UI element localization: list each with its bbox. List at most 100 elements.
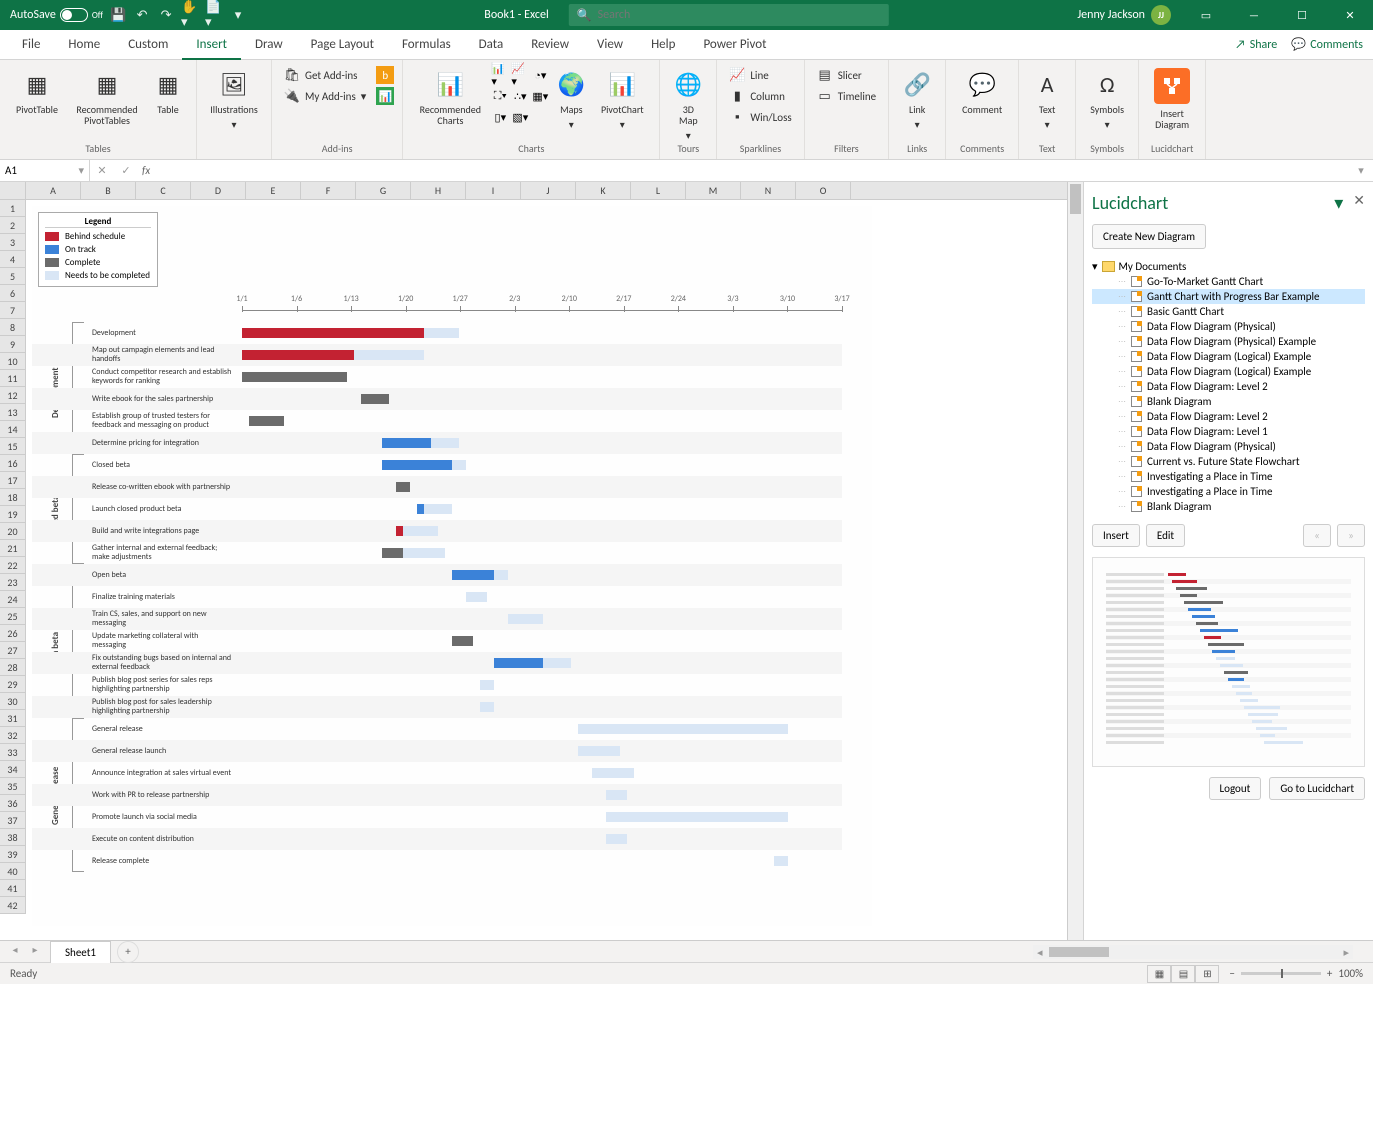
column-header[interactable]: C: [136, 182, 191, 199]
tree-item[interactable]: ⋯Data Flow Diagram: Level 1: [1092, 424, 1365, 439]
row-header[interactable]: 24: [0, 591, 26, 608]
tree-item[interactable]: ⋯Blank Diagram: [1092, 499, 1365, 514]
new-file-icon[interactable]: 📄▾: [205, 6, 223, 24]
tree-root[interactable]: ▾ My Documents: [1092, 259, 1365, 274]
combo-chart-icon[interactable]: ▧▾: [511, 108, 529, 126]
people-graph-icon[interactable]: 📊: [376, 87, 394, 105]
row-header[interactable]: 21: [0, 540, 26, 557]
pane-options-icon[interactable]: ▾: [1334, 192, 1343, 214]
tab-custom[interactable]: Custom: [114, 30, 182, 60]
column-header[interactable]: F: [301, 182, 356, 199]
row-header[interactable]: 12: [0, 387, 26, 404]
comments-button[interactable]: 💬 Comments: [1291, 37, 1363, 52]
maps-button[interactable]: 🌍Maps▾: [551, 64, 591, 130]
tree-item[interactable]: ⋯Basic Gantt Chart: [1092, 304, 1365, 319]
last-sheet-icon[interactable]: ▸: [26, 943, 44, 961]
rec-charts-button[interactable]: 📊Recommended Charts: [411, 64, 489, 126]
row-header[interactable]: 1: [0, 200, 26, 217]
sparkline-column-button[interactable]: ▮Column: [725, 87, 795, 105]
next-page-button[interactable]: »: [1337, 524, 1365, 547]
comment-button[interactable]: 💬Comment: [954, 64, 1010, 115]
normal-view-icon[interactable]: ▦: [1147, 965, 1171, 983]
pivotchart-button[interactable]: 📊PivotChart▾: [593, 64, 651, 130]
row-header[interactable]: 42: [0, 897, 26, 914]
bing-maps-icon[interactable]: b: [376, 66, 394, 84]
tab-review[interactable]: Review: [517, 30, 583, 60]
zoom-control[interactable]: − + 100%: [1229, 967, 1363, 980]
row-header[interactable]: 11: [0, 370, 26, 387]
tree-item[interactable]: ⋯Gantt Chart with Progress Bar Example: [1092, 289, 1365, 304]
tab-help[interactable]: Help: [637, 30, 689, 60]
column-header[interactable]: G: [356, 182, 411, 199]
qat-customize-icon[interactable]: ▾: [229, 6, 247, 24]
row-header[interactable]: 36: [0, 795, 26, 812]
row-header[interactable]: 25: [0, 608, 26, 625]
page-layout-view-icon[interactable]: ▤: [1171, 965, 1195, 983]
page-break-view-icon[interactable]: ⊞: [1195, 965, 1219, 983]
link-button[interactable]: 🔗Link▾: [897, 64, 937, 130]
tab-view[interactable]: View: [583, 30, 637, 60]
row-header[interactable]: 37: [0, 812, 26, 829]
tree-item[interactable]: ⋯Blank Diagram: [1092, 394, 1365, 409]
scatter-chart-icon[interactable]: ∴▾: [511, 87, 529, 105]
tree-item[interactable]: ⋯Investigating a Place in Time: [1092, 469, 1365, 484]
row-header[interactable]: 39: [0, 846, 26, 863]
column-header[interactable]: M: [686, 182, 741, 199]
illustrations-button[interactable]: 🖼Illustrations▾: [205, 64, 263, 130]
column-header[interactable]: D: [191, 182, 246, 199]
undo-icon[interactable]: ↶: [133, 6, 151, 24]
row-header[interactable]: 4: [0, 251, 26, 268]
minimize-icon[interactable]: —: [1231, 0, 1277, 30]
autosave-toggle[interactable]: AutoSave Off: [10, 8, 103, 22]
logout-button[interactable]: Logout: [1209, 777, 1262, 800]
name-box[interactable]: A1▾: [0, 160, 90, 182]
maximize-icon[interactable]: ☐: [1279, 0, 1325, 30]
zoom-out-icon[interactable]: −: [1229, 967, 1234, 980]
row-header[interactable]: 22: [0, 557, 26, 574]
goto-lucidchart-button[interactable]: Go to Lucidchart: [1269, 777, 1365, 800]
3d-map-button[interactable]: 🌐3D Map▾: [668, 64, 708, 141]
pie-chart-icon[interactable]: ◔▾: [531, 66, 549, 84]
statistic-chart-icon[interactable]: ▯▾: [491, 108, 509, 126]
tree-item[interactable]: ⋯Data Flow Diagram (Physical) Example: [1092, 334, 1365, 349]
tab-insert[interactable]: Insert: [182, 30, 241, 60]
row-header[interactable]: 34: [0, 761, 26, 778]
tree-item[interactable]: ⋯Data Flow Diagram: Level 2: [1092, 379, 1365, 394]
rec-pivottables-button[interactable]: ▦Recommended PivotTables: [68, 64, 146, 126]
tree-item[interactable]: ⋯Data Flow Diagram: Level 2: [1092, 409, 1365, 424]
row-header[interactable]: 5: [0, 268, 26, 285]
select-all-corner[interactable]: [0, 182, 26, 199]
new-sheet-button[interactable]: +: [117, 941, 139, 963]
line-chart-icon[interactable]: 📈▾: [511, 66, 529, 84]
timeline-button[interactable]: ▭Timeline: [813, 87, 880, 105]
enter-formula-icon[interactable]: ✓: [114, 164, 138, 177]
insert-diagram-button[interactable]: Insert Diagram: [1147, 64, 1197, 130]
row-header[interactable]: 2: [0, 217, 26, 234]
column-header[interactable]: H: [411, 182, 466, 199]
search-input[interactable]: [598, 8, 881, 22]
row-header[interactable]: 13: [0, 404, 26, 421]
column-header[interactable]: E: [246, 182, 301, 199]
tree-item[interactable]: ⋯Data Flow Diagram (Physical): [1092, 439, 1365, 454]
row-header[interactable]: 3: [0, 234, 26, 251]
row-header[interactable]: 33: [0, 744, 26, 761]
search-box[interactable]: 🔍: [569, 4, 889, 26]
row-header[interactable]: 20: [0, 523, 26, 540]
row-header[interactable]: 32: [0, 727, 26, 744]
tree-item[interactable]: ⋯Go-To-Market Gantt Chart: [1092, 274, 1365, 289]
ribbon-display-icon[interactable]: ▭: [1183, 0, 1229, 30]
my-addins-button[interactable]: 🔌My Add-ins ▾: [280, 87, 370, 105]
tab-home[interactable]: Home: [54, 30, 114, 60]
close-icon[interactable]: ✕: [1327, 0, 1373, 30]
save-icon[interactable]: 💾: [109, 6, 127, 24]
row-header[interactable]: 41: [0, 880, 26, 897]
row-header[interactable]: 23: [0, 574, 26, 591]
row-header[interactable]: 10: [0, 353, 26, 370]
row-header[interactable]: 16: [0, 455, 26, 472]
tree-item[interactable]: ⋯Data Flow Diagram (Logical) Example: [1092, 364, 1365, 379]
tab-data[interactable]: Data: [465, 30, 518, 60]
vertical-scrollbar[interactable]: [1067, 182, 1083, 940]
row-header[interactable]: 7: [0, 302, 26, 319]
zoom-slider[interactable]: [1241, 972, 1321, 975]
row-header[interactable]: 15: [0, 438, 26, 455]
